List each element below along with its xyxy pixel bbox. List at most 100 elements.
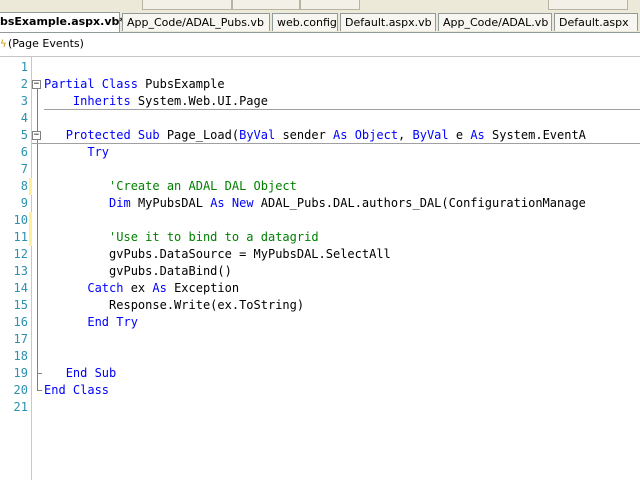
- code-line[interactable]: 15 Response.Write(ex.ToString): [0, 297, 640, 314]
- member-navigation-bar: ϟ(Page Events): [0, 33, 640, 57]
- code-text: Partial Class PubsExample: [44, 76, 225, 93]
- code-text: Try: [44, 144, 109, 161]
- code-text: End Sub: [44, 365, 117, 382]
- code-line[interactable]: 21: [0, 399, 640, 416]
- code-token: Exception: [166, 281, 240, 295]
- code-line[interactable]: 16 End Try: [0, 314, 640, 331]
- code-line[interactable]: 7: [0, 161, 640, 178]
- code-line[interactable]: 2 Partial Class PubsExample: [0, 76, 640, 93]
- code-token: PubsExample: [137, 77, 225, 91]
- keyword-token: ByVal: [412, 128, 449, 142]
- document-tab-bar: bsExample.aspx.vb* App_Code/ADAL_Pubs.vb…: [0, 12, 640, 33]
- line-number: 2: [20, 77, 28, 91]
- keyword-token: Protected Sub: [65, 128, 160, 142]
- line-number: 15: [13, 298, 28, 312]
- code-token: gvPubs.DataBind(): [44, 264, 232, 278]
- keyword-token: End Try: [87, 315, 138, 329]
- code-token: ,: [398, 128, 413, 142]
- tab-web-config[interactable]: web.config: [272, 13, 338, 31]
- code-text: 'Use it to bind to a datagrid: [44, 229, 319, 246]
- code-token: ex: [123, 281, 153, 295]
- line-number: 19: [13, 366, 28, 380]
- tab-app-code-adal-pubs-vb[interactable]: App_Code/ADAL_Pubs.vb: [122, 13, 270, 31]
- code-line[interactable]: 12 gvPubs.DataSource = MyPubsDAL.SelectA…: [0, 246, 640, 263]
- code-text: End Try: [44, 314, 138, 331]
- code-token: Response.Write(ex.ToString): [44, 298, 305, 312]
- member-dropdown[interactable]: ϟ(Page Events): [0, 35, 640, 53]
- line-number: 5: [20, 128, 28, 142]
- line-number: 18: [13, 349, 28, 363]
- code-line[interactable]: 17: [0, 331, 640, 348]
- line-number: 6: [20, 145, 28, 159]
- keyword-token: ByVal: [239, 128, 276, 142]
- code-text: gvPubs.DataSource = MyPubsDAL.SelectAll: [44, 246, 391, 263]
- code-line[interactable]: 8 'Create an ADAL DAL Object: [0, 178, 640, 195]
- code-token: MyPubsDAL: [130, 196, 211, 210]
- code-line[interactable]: 20 End Class: [0, 382, 640, 399]
- code-text: 'Create an ADAL DAL Object: [44, 178, 297, 195]
- keyword-token: End Class: [44, 383, 110, 397]
- member-dropdown-label: (Page Events): [8, 37, 84, 50]
- code-line[interactable]: 10: [0, 212, 640, 229]
- tab-default-aspx-vb[interactable]: Default.aspx.vb: [340, 13, 436, 31]
- code-token: System.EventA: [484, 128, 586, 142]
- event-icon: ϟ: [0, 39, 7, 50]
- code-text: Protected Sub Page_Load(ByVal sender As …: [44, 127, 586, 144]
- code-line[interactable]: 1: [0, 59, 640, 76]
- code-text: Response.Write(ex.ToString): [44, 297, 304, 314]
- code-line[interactable]: 11 'Use it to bind to a datagrid: [0, 229, 640, 246]
- tab-default-aspx[interactable]: Default.aspx: [554, 13, 638, 31]
- keyword-token: Inherits: [72, 94, 131, 108]
- line-number: 1: [20, 60, 28, 74]
- code-line[interactable]: 6 Try: [0, 144, 640, 161]
- collapse-sub-icon[interactable]: −: [32, 131, 41, 140]
- member-separator: [32, 143, 640, 144]
- line-number: 14: [13, 281, 28, 295]
- code-line[interactable]: 4: [0, 110, 640, 127]
- member-separator: [44, 109, 640, 110]
- code-line[interactable]: 18: [0, 348, 640, 365]
- code-line[interactable]: 14 Catch ex As Exception: [0, 280, 640, 297]
- code-text: End Class: [44, 382, 109, 399]
- code-line[interactable]: 13 gvPubs.DataBind(): [0, 263, 640, 280]
- code-text: Inherits System.Web.UI.Page: [44, 93, 268, 110]
- line-number: 9: [20, 196, 28, 210]
- code-token: e: [448, 128, 471, 142]
- keyword-token: End Sub: [65, 366, 117, 380]
- toolbar-segment: [232, 0, 300, 10]
- change-marker: [29, 212, 32, 229]
- toolbar-segment: [300, 0, 360, 10]
- line-number: 20: [13, 383, 28, 397]
- line-number: 11: [13, 230, 28, 244]
- comment-token: 'Use it to bind to a datagrid: [109, 230, 319, 244]
- code-line[interactable]: 9 Dim MyPubsDAL As New ADAL_Pubs.DAL.aut…: [0, 195, 640, 212]
- code-editor[interactable]: 1 2 Partial Class PubsExample 3 Inherits Sy…: [0, 57, 640, 480]
- tab-app-code-adal-vb[interactable]: App_Code/ADAL.vb: [438, 13, 552, 31]
- code-text: Catch ex As Exception: [44, 280, 239, 297]
- tab-pubsexample-aspx-vb[interactable]: bsExample.aspx.vb*: [0, 12, 125, 32]
- keyword-token: Try: [87, 145, 110, 159]
- line-number: 10: [13, 213, 28, 227]
- collapse-class-icon[interactable]: −: [32, 80, 41, 89]
- code-token: gvPubs.DataSource = MyPubsDAL.SelectAll: [44, 247, 391, 261]
- outline-end-marker: [37, 390, 42, 391]
- code-line[interactable]: 3 Inherits System.Web.UI.Page: [0, 93, 640, 110]
- keyword-token: Dim: [109, 196, 131, 210]
- code-line[interactable]: 19 End Sub: [0, 365, 640, 382]
- line-number: 13: [13, 264, 28, 278]
- code-line[interactable]: 5 Protected Sub Page_Load(ByVal sender A…: [0, 127, 640, 144]
- comment-token: 'Create an ADAL DAL Object: [109, 179, 297, 193]
- keyword-token: As: [152, 281, 167, 295]
- line-number: 12: [13, 247, 28, 261]
- keyword-token: Catch: [87, 281, 124, 295]
- outline-end-marker: [37, 373, 42, 374]
- line-number: 8: [20, 179, 28, 193]
- keyword-token: As: [470, 128, 485, 142]
